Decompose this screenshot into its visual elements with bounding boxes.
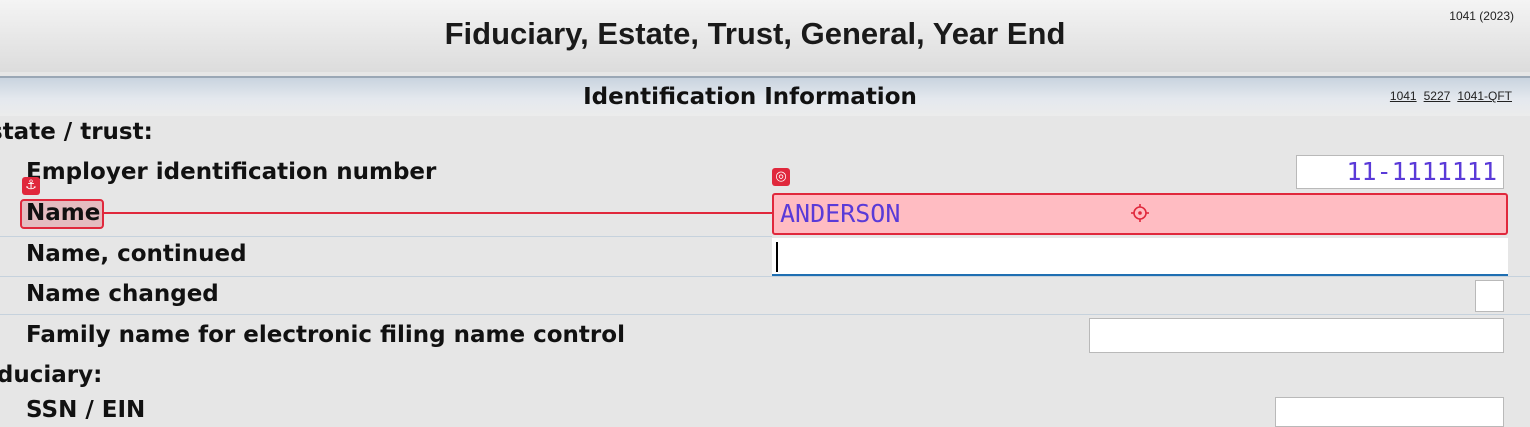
row-divider xyxy=(0,314,1530,315)
crosshair-icon xyxy=(1131,204,1149,222)
form-code: 1041 (2023) xyxy=(1449,9,1514,23)
row-divider xyxy=(0,276,1530,277)
ssn-ein-label: SSN / EIN xyxy=(26,397,146,423)
section-title: Identification Information xyxy=(583,84,917,110)
link-connector xyxy=(104,212,772,214)
link-5227[interactable]: 5227 xyxy=(1424,89,1451,103)
name-changed-label: Name changed xyxy=(26,281,219,307)
estate-trust-heading: state / trust: xyxy=(0,119,153,145)
fiduciary-heading: iduciary: xyxy=(0,362,103,388)
family-name-label: Family name for electronic filing name c… xyxy=(26,322,625,348)
ssn-ein-field[interactable] xyxy=(1275,397,1504,427)
name-continued-label: Name, continued xyxy=(26,241,247,267)
name-continued-field[interactable] xyxy=(772,238,1508,276)
row-divider xyxy=(0,236,772,237)
link-1041[interactable]: 1041 xyxy=(1390,89,1417,103)
name-label: Name xyxy=(26,200,101,226)
page-title: Fiduciary, Estate, Trust, General, Year … xyxy=(444,16,1066,51)
ein-label: Employer identification number xyxy=(26,159,437,185)
family-name-field[interactable] xyxy=(1089,318,1504,353)
form-links: 1041 5227 1041-QFT xyxy=(1383,89,1512,103)
target-icon[interactable]: ◎ xyxy=(772,168,790,186)
name-changed-checkbox[interactable] xyxy=(1475,280,1504,312)
anchor-icon: ⚓ xyxy=(22,177,40,195)
ein-field[interactable]: 11-1111111 xyxy=(1296,155,1504,189)
text-caret xyxy=(776,242,778,272)
link-1041-qft[interactable]: 1041-QFT xyxy=(1457,89,1512,103)
